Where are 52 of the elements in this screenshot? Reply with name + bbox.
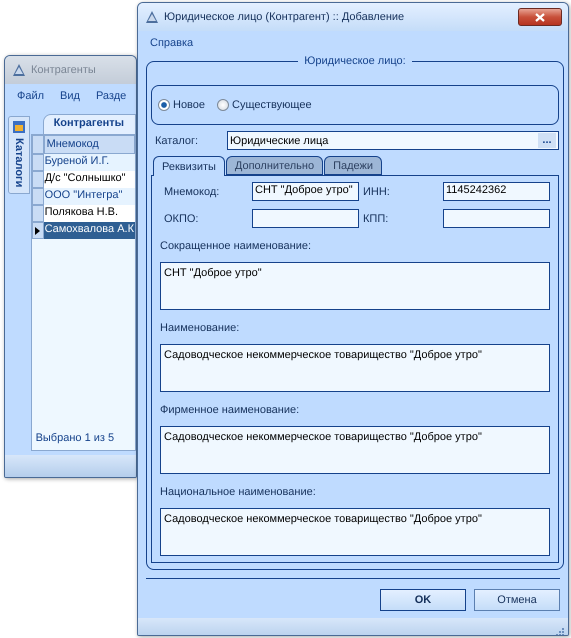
document-tab[interactable]: Контрагенты	[42, 114, 136, 134]
field-label: ИНН:	[362, 186, 391, 198]
close-icon	[535, 12, 545, 22]
input-field[interactable]	[443, 209, 550, 228]
input-field[interactable]: СНТ "Доброе утро"	[252, 182, 359, 201]
text-area[interactable]: Садоводческое некоммерческое товарищество "Доброе утро"	[160, 344, 550, 392]
column-header[interactable]: Мнемокод	[44, 135, 135, 154]
current-row-icon	[35, 226, 40, 234]
tab[interactable]: Падежи	[324, 156, 382, 175]
app-logo-icon	[11, 62, 27, 78]
menu-item[interactable]: Разде	[96, 90, 126, 102]
menu-item[interactable]: Файл	[17, 90, 44, 102]
close-button[interactable]	[518, 8, 562, 26]
table-cell[interactable]: Самохвалова А.К	[44, 222, 135, 239]
field-label: ОКПО:	[163, 212, 200, 224]
input-field[interactable]: 1145242362	[443, 182, 550, 201]
table-cell[interactable]: Д/с "Солнышко"	[44, 171, 135, 188]
field-label: Сокращенное наименование:	[160, 239, 312, 254]
resize-grip-icon[interactable]	[556, 628, 564, 635]
radio-option[interactable]: Существующее	[217, 99, 312, 111]
tab[interactable]: Дополнительно	[226, 156, 324, 175]
menu-item[interactable]: Справка	[150, 37, 194, 49]
tab[interactable]: Реквизиты	[153, 156, 225, 176]
side-tab[interactable]: Каталоги	[8, 116, 30, 194]
browse-button[interactable]: ...	[538, 133, 556, 148]
radio-option[interactable]: Новое	[158, 99, 206, 111]
field-label: Фирменное наименование:	[160, 403, 300, 418]
text-area[interactable]: СНТ "Доброе утро"	[160, 262, 550, 310]
group-title: Юридическое лицо:	[303, 55, 407, 67]
field-label: КПП:	[362, 212, 390, 224]
cancel-button[interactable]: Отмена	[474, 589, 560, 611]
field-label: Мнемокод:	[163, 186, 220, 198]
grid-corner[interactable]	[32, 135, 44, 154]
input-field[interactable]	[252, 209, 359, 228]
row-indicator[interactable]	[32, 222, 44, 239]
field-label: Каталог:	[154, 134, 200, 146]
folder-icon	[12, 120, 26, 134]
window-title: Юридическое лицо (Контрагент) :: Добавление	[164, 11, 404, 23]
table-cell[interactable]: Буреной И.Г.	[44, 154, 135, 171]
menu-item[interactable]: Вид	[60, 90, 80, 102]
window-title: Контрагенты	[31, 64, 96, 76]
app-logo-icon	[144, 9, 160, 25]
text-area[interactable]: Садоводческое некоммерческое товарищество "Доброе утро"	[160, 426, 550, 474]
text-area[interactable]: Садоводческое некоммерческое товарищество "Доброе утро"	[160, 508, 550, 556]
catalog-field[interactable]: Юридические лица ...	[227, 131, 559, 150]
field-label: Национальное наименование:	[160, 485, 317, 500]
ok-button[interactable]: OK	[380, 589, 466, 611]
table-cell[interactable]: ООО "Интегра"	[44, 188, 135, 205]
table-cell[interactable]: Полякова Н.В.	[44, 205, 135, 222]
field-label: Наименование:	[160, 321, 240, 336]
status-text: Выбрано 1 из 5	[34, 431, 116, 446]
side-tab-label: Каталоги	[12, 138, 25, 188]
